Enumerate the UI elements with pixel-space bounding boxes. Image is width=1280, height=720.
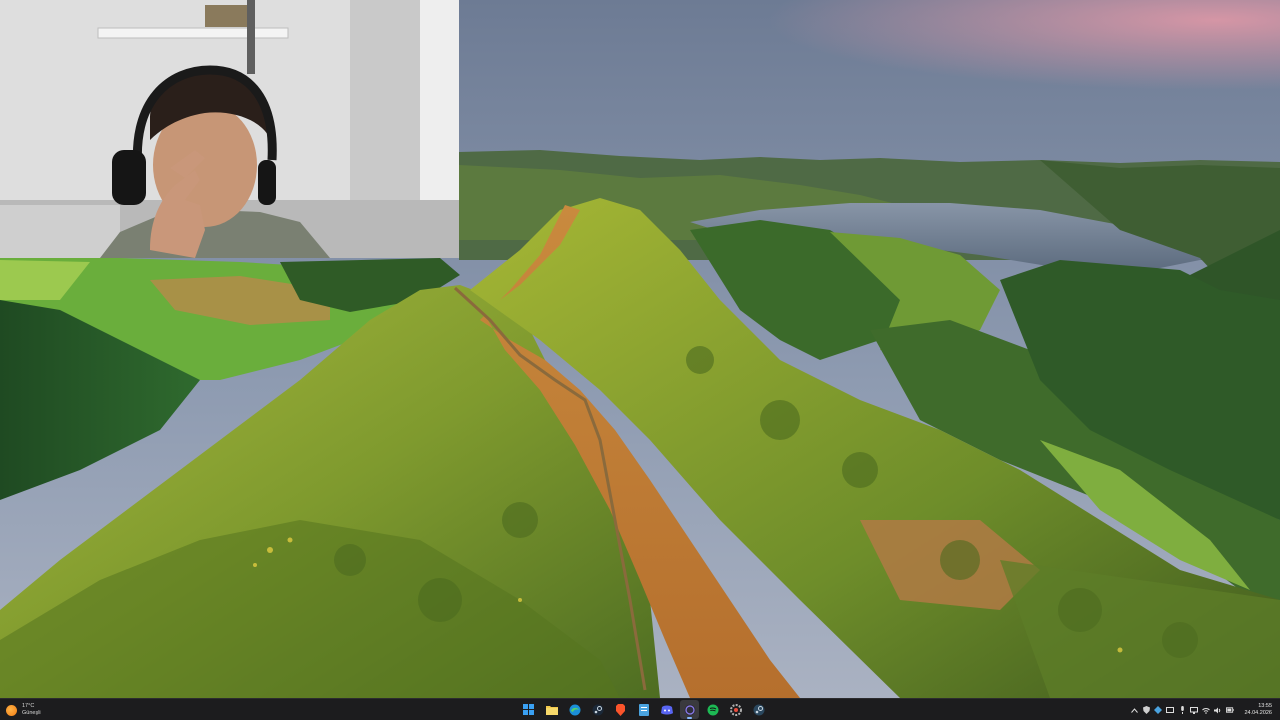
gear-icon [729, 703, 742, 716]
weather-widget[interactable]: 17°C Güneşli [6, 701, 41, 719]
volume-icon[interactable] [1214, 706, 1222, 714]
microphone-icon[interactable] [1178, 706, 1186, 714]
network-icon[interactable] [1154, 706, 1163, 714]
spotify-button[interactable] [703, 700, 722, 719]
obs-icon [684, 704, 695, 715]
obs-button[interactable] [680, 700, 699, 719]
weather-condition: Güneşli [22, 710, 41, 716]
brave-button[interactable] [611, 700, 630, 719]
edge-button[interactable] [565, 700, 584, 719]
taskbar: 17°C Güneşli 13:55 24.04.2026 [0, 698, 1280, 720]
steam-button[interactable] [588, 700, 607, 719]
discord-button[interactable] [657, 700, 676, 719]
clock-time: 13:55 [1258, 703, 1272, 709]
notepad-icon [638, 703, 649, 716]
sun-icon [6, 704, 17, 716]
spotify-icon [707, 704, 718, 715]
display-icon[interactable] [1166, 706, 1175, 714]
wifi-icon[interactable] [1202, 706, 1211, 714]
shield-icon[interactable] [1142, 706, 1150, 714]
monitor-icon[interactable] [1190, 706, 1199, 714]
clock[interactable]: 13:55 24.04.2026 [1244, 703, 1272, 717]
steam-2-button[interactable] [749, 700, 768, 719]
weather-temperature: 17°C [22, 703, 35, 709]
taskbar-apps [519, 700, 768, 719]
chevron-up-icon[interactable] [1130, 706, 1138, 714]
notepad-button[interactable] [634, 700, 653, 719]
edge-icon [569, 704, 580, 715]
discord-icon [660, 705, 673, 714]
file-explorer-button[interactable] [542, 700, 561, 719]
webcam-overlay [0, 0, 459, 258]
system-tray: 13:55 24.04.2026 [1130, 701, 1272, 719]
windows-start-button[interactable] [519, 700, 538, 719]
windows-logo-icon [523, 704, 534, 715]
steam-icon [592, 704, 603, 715]
folder-icon [545, 705, 558, 715]
brave-icon [616, 703, 625, 716]
steam-icon [753, 704, 764, 715]
settings-button[interactable] [726, 700, 745, 719]
clock-date: 24.04.2026 [1244, 710, 1272, 716]
battery-icon[interactable] [1226, 706, 1235, 714]
